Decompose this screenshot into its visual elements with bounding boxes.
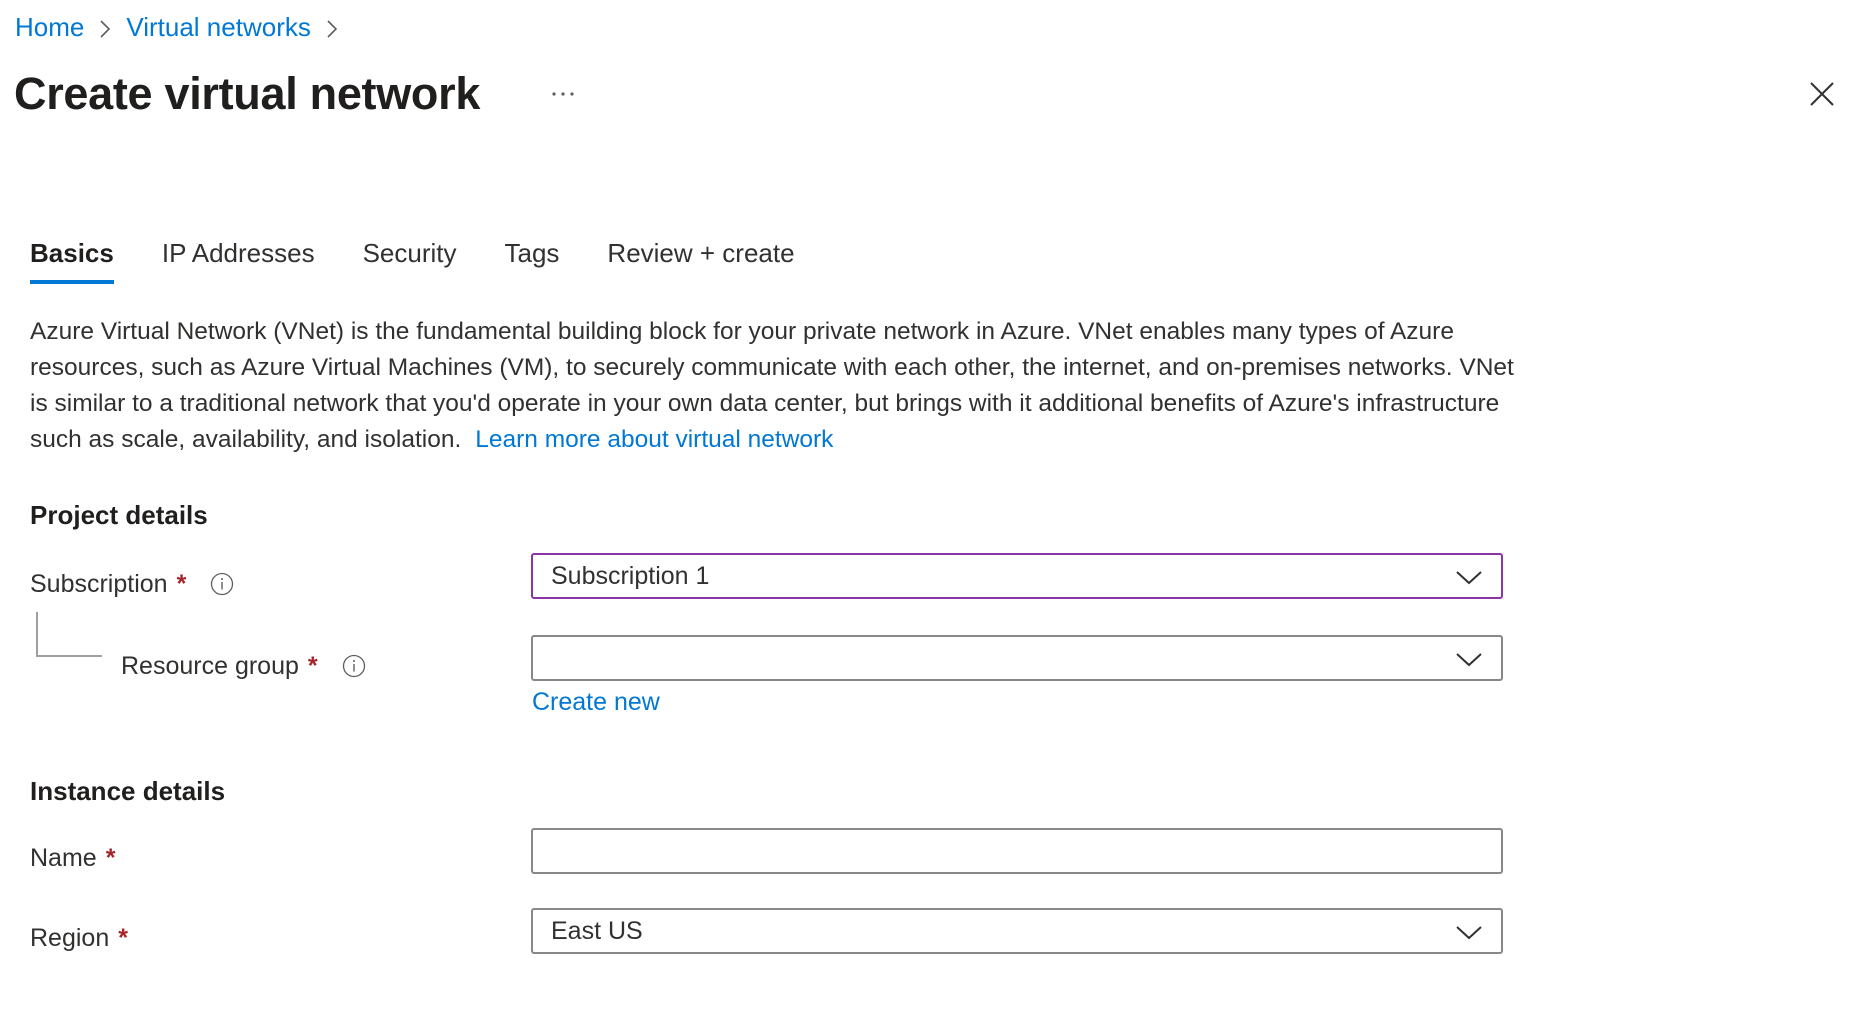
region-value: East US [551,916,643,945]
chevron-down-icon [1456,571,1482,585]
tab-review-create[interactable]: Review + create [607,234,794,276]
required-indicator: * [105,843,116,872]
resource-group-dropdown[interactable] [531,635,1503,681]
breadcrumb-home[interactable]: Home [15,12,84,43]
chevron-down-icon [1456,653,1482,667]
subscription-dropdown[interactable]: Subscription 1 [531,553,1503,599]
resource-group-label-text: Resource group [121,651,299,680]
info-icon[interactable] [342,654,366,678]
required-indicator: * [307,651,318,680]
required-indicator: * [118,923,128,952]
tab-bar: Basics IP Addresses Security Tags Review… [30,234,843,288]
create-new-resource-group-link[interactable]: Create new [532,688,660,717]
subscription-label-text: Subscription [30,569,168,598]
chevron-right-icon [84,12,126,43]
learn-more-link[interactable]: Learn more about virtual network [475,426,833,453]
region-label-text: Region [30,923,110,952]
name-input[interactable] [531,828,1503,874]
required-indicator: * [176,569,187,598]
subscription-value: Subscription 1 [551,561,710,590]
close-icon [1810,82,1834,106]
resource-group-label: Resource group * [121,648,366,684]
chevron-right-icon [311,12,353,43]
tree-connector [36,655,102,657]
breadcrumb-virtual-networks[interactable]: Virtual networks [126,12,311,43]
instance-details-heading: Instance details [30,776,226,806]
name-label-text: Name [30,843,97,872]
breadcrumb: Home Virtual networks [15,10,353,44]
tab-security[interactable]: Security [363,234,457,276]
tree-connector [36,612,38,656]
project-details-heading: Project details [30,500,208,530]
tab-tags[interactable]: Tags [505,234,560,276]
ellipsis-icon [552,92,574,96]
more-options-button[interactable] [548,80,578,108]
chevron-down-icon [1456,926,1482,940]
subscription-label: Subscription * [30,566,234,602]
region-dropdown[interactable]: East US [531,908,1503,954]
info-icon[interactable] [210,572,234,596]
close-button[interactable] [1808,80,1836,108]
description: Azure Virtual Network (VNet) is the fund… [30,314,1530,458]
name-label: Name * [30,840,115,876]
page-title: Create virtual network [14,68,481,119]
region-label: Region * [30,920,128,956]
tab-basics[interactable]: Basics [30,234,114,284]
tab-ip-addresses[interactable]: IP Addresses [162,234,315,276]
